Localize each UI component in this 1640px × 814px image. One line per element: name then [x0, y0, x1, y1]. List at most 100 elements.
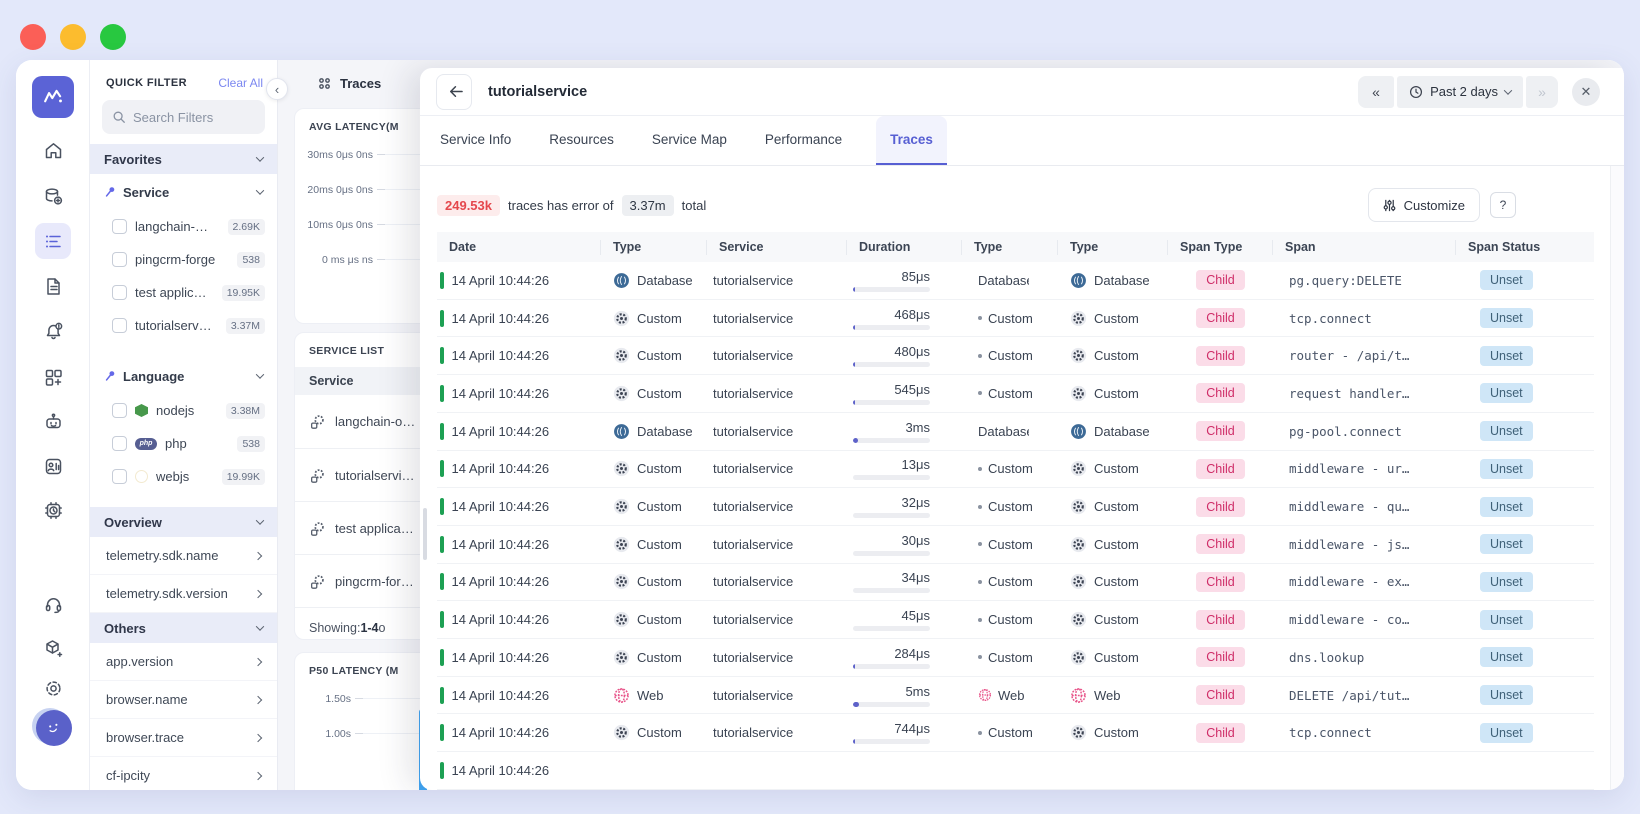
- search-filters-input[interactable]: [133, 109, 253, 125]
- column-header[interactable]: Type: [1058, 239, 1168, 255]
- close-panel-button[interactable]: ✕: [1572, 77, 1600, 106]
- checkbox[interactable]: [112, 318, 127, 333]
- clear-all-link[interactable]: Clear All: [218, 76, 263, 90]
- duration-cell: 744μs: [847, 721, 962, 745]
- service-filter-item[interactable]: pingcrm-forge 538: [90, 243, 277, 276]
- trace-row[interactable]: 14 April 10:44:26 Custom tutorialservice…: [437, 601, 1594, 640]
- trace-date: 14 April 10:44:26: [451, 272, 550, 288]
- attribute-item[interactable]: browser.name: [90, 681, 277, 719]
- trace-row[interactable]: 14 April 10:44:26 Custom tutorialservice…: [437, 526, 1594, 564]
- checkbox[interactable]: [112, 252, 127, 267]
- collapse-panel-button[interactable]: ‹: [266, 78, 288, 100]
- trace-row[interactable]: 14 April 10:44:26 Database tutorialservi…: [437, 413, 1594, 451]
- globe-icon: [613, 687, 630, 704]
- trace-row[interactable]: 14 April 10:44:26 Custom tutorialservice…: [437, 488, 1594, 526]
- detail-tab[interactable]: Traces: [876, 116, 947, 165]
- column-header[interactable]: Span Status: [1456, 240, 1594, 255]
- window-zoom-light[interactable]: [100, 24, 126, 50]
- nav-ai-assistant-icon[interactable]: [35, 403, 71, 439]
- window-close-light[interactable]: [20, 24, 46, 50]
- trace-row[interactable]: 14 April 10:44:26 Custom tutorialservice…: [437, 639, 1594, 677]
- type-text-cell: Database: [962, 424, 1058, 439]
- trace-row[interactable]: 14 April 10:44:26 Custom tutorialservice…: [437, 375, 1594, 413]
- column-header[interactable]: Type: [962, 239, 1058, 255]
- trace-row[interactable]: 14 April 10:44:26 Database tutorialservi…: [437, 262, 1594, 300]
- checkbox[interactable]: [112, 285, 127, 300]
- type-icon: [613, 423, 630, 440]
- column-header[interactable]: Span: [1273, 239, 1456, 255]
- service-filter-item[interactable]: test applic… 19.95K: [90, 276, 277, 309]
- nav-synthetic-monitoring-icon[interactable]: [35, 492, 71, 528]
- nav-dashboards-icon[interactable]: [35, 359, 71, 395]
- nav-integrations-icon[interactable]: [35, 630, 71, 666]
- nav-traces-icon[interactable]: [35, 223, 71, 259]
- column-header[interactable]: Type: [601, 239, 707, 255]
- language-filter-item[interactable]: webjs 19.99K: [90, 460, 277, 493]
- detail-tab[interactable]: Service Map: [648, 116, 731, 165]
- nav-home-icon[interactable]: [35, 132, 71, 168]
- language-filter-item[interactable]: php 538: [90, 427, 277, 460]
- trace-row[interactable]: 14 April 10:44:26 Custom tutorialservice…: [437, 714, 1594, 753]
- trace-row[interactable]: 14 April 10:44:26 Custom tutorialservice…: [437, 337, 1594, 376]
- service-group-header[interactable]: Service: [90, 174, 277, 210]
- attribute-item[interactable]: telemetry.sdk.name: [90, 537, 277, 575]
- trace-row[interactable]: 14 April 10:44:26 Custom tutorialservice…: [437, 451, 1594, 489]
- attribute-item[interactable]: cf-ipcity: [90, 757, 277, 790]
- checkbox[interactable]: [112, 403, 127, 418]
- trace-row[interactable]: 14 April 10:44:26 Custom tutorialservice…: [437, 300, 1594, 338]
- span-cell: pg-pool.connect: [1289, 423, 1402, 439]
- scrollbar[interactable]: [1610, 166, 1624, 790]
- app-logo[interactable]: [32, 76, 74, 118]
- checkbox[interactable]: [112, 469, 127, 484]
- trace-row[interactable]: 14 April 10:44:26 Custom tutorialservice…: [437, 564, 1594, 602]
- column-header[interactable]: Duration: [847, 239, 962, 255]
- trace-date: 14 April 10:44:26: [451, 348, 550, 364]
- column-header[interactable]: Span Type: [1168, 239, 1273, 255]
- filter-search[interactable]: [102, 100, 265, 134]
- column-header[interactable]: Service: [707, 239, 847, 255]
- language-group-header[interactable]: Language: [90, 358, 277, 394]
- detail-tab[interactable]: Resources: [545, 116, 618, 165]
- window-minimize-light[interactable]: [60, 24, 86, 50]
- time-range-button[interactable]: Past 2 days: [1397, 75, 1523, 108]
- attribute-item[interactable]: browser.trace: [90, 719, 277, 757]
- customize-button[interactable]: Customize: [1367, 188, 1480, 222]
- custom-dot-icon: [978, 391, 982, 396]
- user-avatar[interactable]: [36, 710, 72, 746]
- detail-tab[interactable]: Service Info: [436, 116, 515, 165]
- date-cell: 14 April 10:44:26: [437, 761, 601, 779]
- attribute-item[interactable]: app.version: [90, 643, 277, 681]
- service-filter-item[interactable]: tutorialserv… 3.37M: [90, 309, 277, 342]
- overview-section-header[interactable]: Overview: [90, 507, 277, 537]
- attribute-item[interactable]: telemetry.sdk.version: [90, 575, 277, 613]
- checkbox[interactable]: [112, 436, 127, 451]
- trace-row[interactable]: 14 April 10:44:26: [437, 752, 1594, 790]
- type-label: Custom: [1094, 612, 1139, 628]
- language-filter-item[interactable]: nodejs 3.38M: [90, 394, 277, 427]
- span-type-badge: Child: [1196, 496, 1245, 517]
- others-section-header[interactable]: Others: [90, 613, 277, 643]
- nav-infrastructure-icon[interactable]: [35, 178, 71, 214]
- detail-tab[interactable]: Performance: [761, 116, 846, 165]
- back-button[interactable]: [436, 73, 472, 110]
- trace-row[interactable]: 14 April 10:44:26 Web tutorialservice 5m…: [437, 677, 1594, 715]
- nav-logs-icon[interactable]: [35, 268, 71, 304]
- duration-bar: [853, 475, 930, 481]
- type-label: Custom: [988, 348, 1033, 364]
- trace-status-indicator: [440, 422, 444, 440]
- trace-status-indicator: [440, 460, 444, 478]
- checkbox[interactable]: [112, 219, 127, 234]
- nav-settings-icon[interactable]: [35, 670, 71, 706]
- service-filter-item[interactable]: langchain-… 2.69K: [90, 210, 277, 243]
- time-next-button[interactable]: »: [1526, 75, 1558, 108]
- column-header[interactable]: Date: [437, 239, 601, 255]
- axis-tick-mark: [377, 224, 385, 225]
- time-prev-button[interactable]: «: [1358, 75, 1395, 108]
- nav-user-sessions-icon[interactable]: [35, 448, 71, 484]
- favorites-section-header[interactable]: Favorites: [90, 144, 277, 174]
- type-cell-2: Custom: [1058, 724, 1168, 741]
- nav-alerts-icon[interactable]: [35, 313, 71, 349]
- pin-icon: [105, 371, 115, 381]
- help-button[interactable]: ?: [1490, 192, 1516, 218]
- nav-support-icon[interactable]: [35, 586, 71, 622]
